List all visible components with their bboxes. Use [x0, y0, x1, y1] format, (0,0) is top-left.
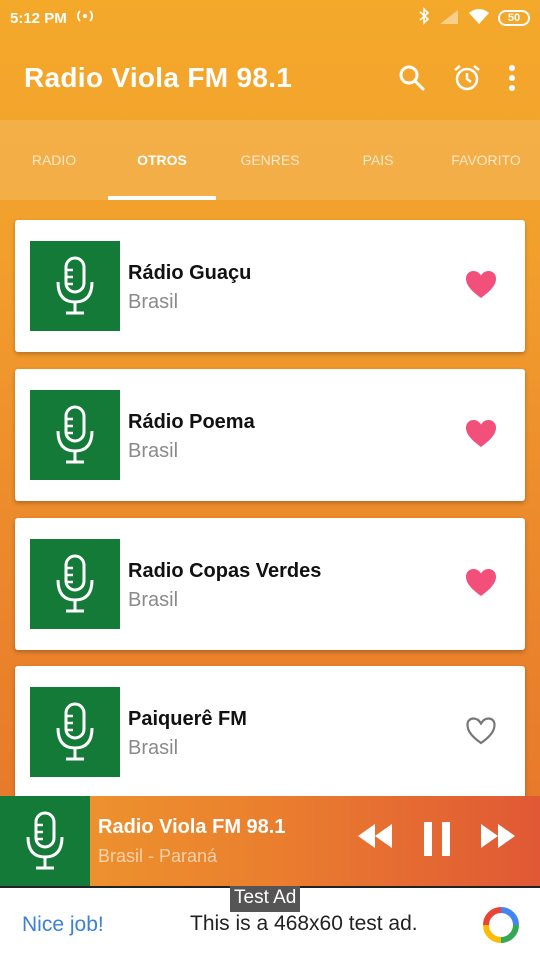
ad-text: This is a 468x60 test ad. — [190, 912, 418, 935]
heart-filled-icon[interactable] — [465, 270, 497, 305]
station-name: Rádio Guaçu — [128, 262, 252, 284]
microphone-icon — [26, 811, 64, 870]
bluetooth-icon — [418, 7, 430, 29]
app-title: Radio Viola FM 98.1 — [24, 62, 293, 93]
station-thumbnail — [30, 390, 120, 480]
heart-outline-icon[interactable] — [465, 716, 497, 751]
ad-cta[interactable]: Nice job! — [22, 913, 104, 937]
signal-icon — [438, 8, 460, 28]
app-bar: Radio Viola FM 98.1 — [0, 36, 540, 120]
search-icon[interactable] — [398, 64, 426, 92]
mini-player[interactable]: Radio Viola FM 98.1 Brasil - Paraná — [0, 796, 540, 886]
player-title: Radio Viola FM 98.1 — [98, 816, 286, 838]
tab-favorito[interactable]: FAVORITO — [432, 120, 540, 200]
rewind-icon[interactable] — [356, 822, 394, 850]
tab-genres[interactable]: GENRES — [216, 120, 324, 200]
microphone-icon — [56, 256, 94, 315]
battery-indicator: 50 — [498, 10, 530, 26]
hotspot-icon — [75, 9, 95, 27]
more-vert-icon[interactable] — [508, 64, 516, 92]
heart-filled-icon[interactable] — [465, 419, 497, 454]
alarm-icon[interactable] — [452, 63, 482, 93]
player-subtitle: Brasil - Paraná — [98, 846, 218, 866]
station-thumbnail — [30, 241, 120, 331]
station-country: Brasil — [128, 440, 179, 462]
status-bar: 5:12 PM 50 — [0, 0, 540, 36]
station-name: Rádio Poema — [128, 411, 255, 433]
station-country: Brasil — [128, 291, 179, 313]
station-thumbnail — [30, 539, 120, 629]
tab-otros[interactable]: OTROS — [108, 120, 216, 200]
station-country: Brasil — [128, 737, 179, 759]
station-card[interactable]: Paiquerê FM Brasil — [15, 666, 525, 796]
player-thumbnail — [0, 796, 90, 886]
station-list: Rádio Guaçu Brasil Rádio Poema Brasil Ra… — [0, 200, 540, 796]
pause-icon[interactable] — [422, 822, 452, 856]
microphone-icon — [56, 554, 94, 613]
station-name: Paiquerê FM — [128, 708, 247, 730]
ad-label: Test Ad — [230, 886, 301, 912]
station-country: Brasil — [128, 589, 179, 611]
station-card[interactable]: Radio Copas Verdes Brasil — [15, 518, 525, 650]
station-card[interactable]: Rádio Poema Brasil — [15, 369, 525, 501]
ad-choices-logo-icon[interactable] — [482, 906, 520, 949]
tab-radio[interactable]: RADIO — [0, 120, 108, 200]
fast-forward-icon[interactable] — [479, 822, 517, 850]
tab-bar: RADIO OTROS GENRES PAIS FAVORITO — [0, 120, 540, 200]
station-card[interactable]: Rádio Guaçu Brasil — [15, 220, 525, 352]
microphone-icon — [56, 405, 94, 464]
station-thumbnail — [30, 687, 120, 777]
station-name: Radio Copas Verdes — [128, 560, 322, 582]
status-time: 5:12 PM — [10, 9, 67, 27]
ad-banner[interactable]: Test Ad Nice job! This is a 468x60 test … — [0, 886, 540, 960]
wifi-icon — [468, 8, 490, 28]
heart-filled-icon[interactable] — [465, 568, 497, 603]
microphone-icon — [56, 702, 94, 761]
tab-pais[interactable]: PAIS — [324, 120, 432, 200]
